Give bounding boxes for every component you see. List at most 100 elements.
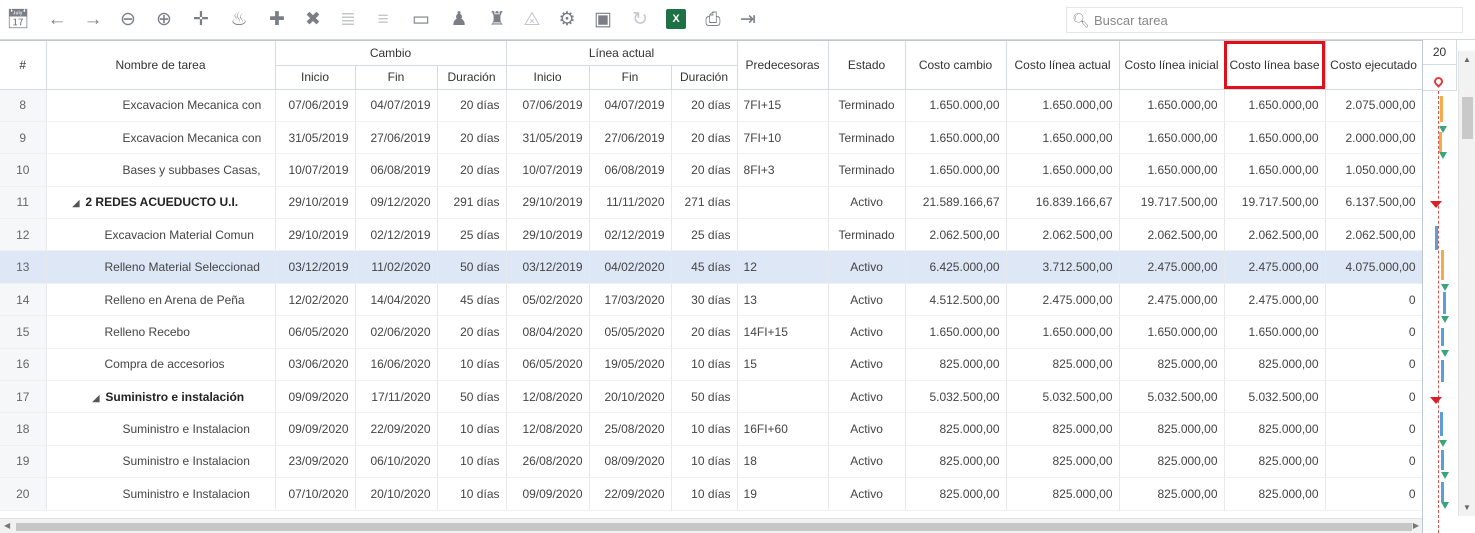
table-row[interactable]: 8 Excavacion Mecanica con 07/06/2019 04/07/… [0, 89, 1422, 122]
scroll-down-icon[interactable]: ▼ [1463, 503, 1471, 512]
table-row[interactable]: 12 Excavacion Material Comun 29/10/2019 02/… [0, 218, 1422, 252]
cell-costo-linea-inicial[interactable]: 5.032.500,00 [1119, 380, 1225, 414]
table-row[interactable]: 13 Relleno Material Seleccionad 03/12/2019… [0, 250, 1422, 284]
cell-linea-duracion[interactable]: 20 días [671, 121, 738, 155]
col-header-linea-inicio[interactable]: Inicio [506, 65, 590, 90]
link-icon[interactable]: ▭ [410, 8, 432, 30]
cell-linea-fin[interactable]: 22/09/2020 [589, 477, 672, 511]
gantt-bar[interactable] [1443, 292, 1446, 314]
cell-linea-fin[interactable]: 11/11/2020 [589, 186, 672, 220]
collapse-triangle-icon[interactable]: ◢ [73, 198, 80, 208]
col-header-cambio-fin[interactable]: Fin [355, 65, 438, 90]
cell-predecesoras[interactable] [737, 380, 829, 414]
cell-costo-linea-actual[interactable]: 1.650.000,00 [1006, 153, 1120, 187]
cell-costo-linea-inicial[interactable]: 825.000,00 [1119, 445, 1225, 479]
cell-estado[interactable]: Activo [828, 186, 906, 220]
cell-cambio-duracion[interactable]: 50 días [437, 380, 507, 414]
col-header-linea-duracion[interactable]: Duración [671, 65, 738, 90]
cell-costo-linea-inicial[interactable]: 1.650.000,00 [1119, 89, 1225, 122]
org-chart-icon[interactable]: ♜ [486, 8, 508, 30]
gantt-bar[interactable] [1441, 482, 1444, 502]
cell-costo-cambio[interactable]: 2.062.500,00 [905, 218, 1007, 252]
gantt-bar[interactable] [1440, 96, 1443, 122]
table-row[interactable]: 14 Relleno en Arena de Peña 12/02/2020 14/0… [0, 283, 1422, 317]
cell-predecesoras[interactable]: 13 [737, 283, 829, 317]
cell-predecesoras[interactable]: 8FI+3 [737, 153, 829, 187]
col-header-predecesoras[interactable]: Predecesoras [737, 41, 829, 90]
cell-task-name[interactable]: Excavacion Mecanica con [46, 121, 276, 155]
cell-costo-linea-base[interactable]: 1.650.000,00 [1224, 153, 1326, 187]
collapse-triangle-icon[interactable]: ◢ [93, 393, 100, 403]
cell-predecesoras[interactable]: 18 [737, 445, 829, 479]
cell-estado[interactable]: Activo [828, 315, 906, 349]
cell-estado[interactable]: Terminado [828, 218, 906, 252]
save-icon[interactable]: ▣ [592, 8, 614, 30]
cell-row-number[interactable]: 9 [0, 121, 47, 155]
cell-cambio-fin[interactable]: 16/06/2020 [355, 348, 438, 382]
cell-estado[interactable]: Terminado [828, 153, 906, 187]
cell-row-number[interactable]: 20 [0, 477, 47, 511]
col-header-name[interactable]: Nombre de tarea [46, 41, 276, 90]
cell-linea-duracion[interactable]: 10 días [671, 412, 738, 446]
cell-cambio-fin[interactable]: 17/11/2020 [355, 380, 438, 414]
cell-linea-inicio[interactable]: 26/08/2020 [506, 445, 590, 479]
table-row[interactable]: 15 Relleno Recebo 06/05/2020 02/06/2020 20 d… [0, 315, 1422, 349]
cell-cambio-fin[interactable]: 02/12/2019 [355, 218, 438, 252]
cell-costo-linea-actual[interactable]: 3.712.500,00 [1006, 250, 1120, 284]
cell-task-name[interactable]: Bases y subbases Casas, [46, 153, 276, 187]
add-icon[interactable]: ✚ [266, 8, 288, 30]
cell-estado[interactable]: Activo [828, 250, 906, 284]
cell-linea-inicio[interactable]: 29/10/2019 [506, 218, 590, 252]
cell-cambio-fin[interactable]: 06/08/2019 [355, 153, 438, 187]
table-row[interactable]: 11 ◢ 2 REDES ACUEDUCTO U.I. 29/10/2019 09/12… [0, 186, 1422, 220]
cell-costo-linea-inicial[interactable]: 2.475.000,00 [1119, 283, 1225, 317]
cell-linea-inicio[interactable]: 07/06/2019 [506, 89, 590, 122]
cell-costo-cambio[interactable]: 1.650.000,00 [905, 89, 1007, 122]
fire-icon[interactable]: ♨ [228, 8, 250, 30]
cell-cambio-inicio[interactable]: 09/09/2020 [275, 380, 356, 414]
cell-costo-linea-actual[interactable]: 825.000,00 [1006, 445, 1120, 479]
cell-linea-duracion[interactable]: 25 días [671, 218, 738, 252]
col-header-estado[interactable]: Estado [828, 41, 906, 90]
cell-linea-fin[interactable]: 20/10/2020 [589, 380, 672, 414]
cell-cambio-inicio[interactable]: 07/06/2019 [275, 89, 356, 122]
col-header-costo-cambio[interactable]: Costo cambio [905, 41, 1007, 90]
cell-estado[interactable]: Activo [828, 445, 906, 479]
cell-predecesoras[interactable] [737, 218, 829, 252]
cell-cambio-duracion[interactable]: 20 días [437, 153, 507, 187]
table-row[interactable]: 17 ◢ Suministro e instalación 09/09/2020 17/… [0, 380, 1422, 414]
cell-linea-duracion[interactable]: 10 días [671, 477, 738, 511]
cell-costo-ejecutado[interactable]: 0 [1325, 283, 1422, 317]
cell-cambio-duracion[interactable]: 45 días [437, 283, 507, 317]
vertical-scroll-thumb[interactable] [1462, 97, 1473, 139]
cell-linea-fin[interactable]: 25/08/2020 [589, 412, 672, 446]
cell-costo-linea-actual[interactable]: 1.650.000,00 [1006, 89, 1120, 122]
cart-icon[interactable]: ⨻ [521, 8, 543, 30]
cell-estado[interactable]: Activo [828, 380, 906, 414]
cell-costo-ejecutado[interactable]: 0 [1325, 348, 1422, 382]
cell-row-number[interactable]: 8 [0, 89, 47, 122]
cell-costo-linea-actual[interactable]: 2.062.500,00 [1006, 218, 1120, 252]
cell-cambio-fin[interactable]: 20/10/2020 [355, 477, 438, 511]
cell-linea-fin[interactable]: 08/09/2020 [589, 445, 672, 479]
table-row[interactable]: 19 Suministro e Instalacion 23/09/2020 06/1… [0, 445, 1422, 479]
cell-linea-fin[interactable]: 02/12/2019 [589, 218, 672, 252]
cell-linea-duracion[interactable]: 10 días [671, 445, 738, 479]
cell-costo-linea-actual[interactable]: 825.000,00 [1006, 412, 1120, 446]
cell-predecesoras[interactable]: 7FI+15 [737, 89, 829, 122]
cell-cambio-duracion[interactable]: 20 días [437, 315, 507, 349]
cell-row-number[interactable]: 19 [0, 445, 47, 479]
table-row[interactable]: 16 Compra de accesorios 03/06/2020 16/06/20… [0, 348, 1422, 382]
col-header-linea-fin[interactable]: Fin [589, 65, 672, 90]
cell-costo-linea-base[interactable]: 2.062.500,00 [1224, 218, 1326, 252]
search-input[interactable] [1092, 11, 1452, 29]
cell-cambio-inicio[interactable]: 29/10/2019 [275, 186, 356, 220]
cell-costo-linea-actual[interactable]: 5.032.500,00 [1006, 380, 1120, 414]
cell-cambio-inicio[interactable]: 31/05/2019 [275, 121, 356, 155]
cell-row-number[interactable]: 15 [0, 315, 47, 349]
cell-costo-cambio[interactable]: 6.425.000,00 [905, 250, 1007, 284]
table-row[interactable]: 18 Suministro e Instalacion 09/09/2020 22/0… [0, 412, 1422, 446]
cell-predecesoras[interactable]: 12 [737, 250, 829, 284]
cell-task-name[interactable]: Relleno Recebo [46, 315, 276, 349]
cell-costo-linea-base[interactable]: 1.650.000,00 [1224, 89, 1326, 122]
